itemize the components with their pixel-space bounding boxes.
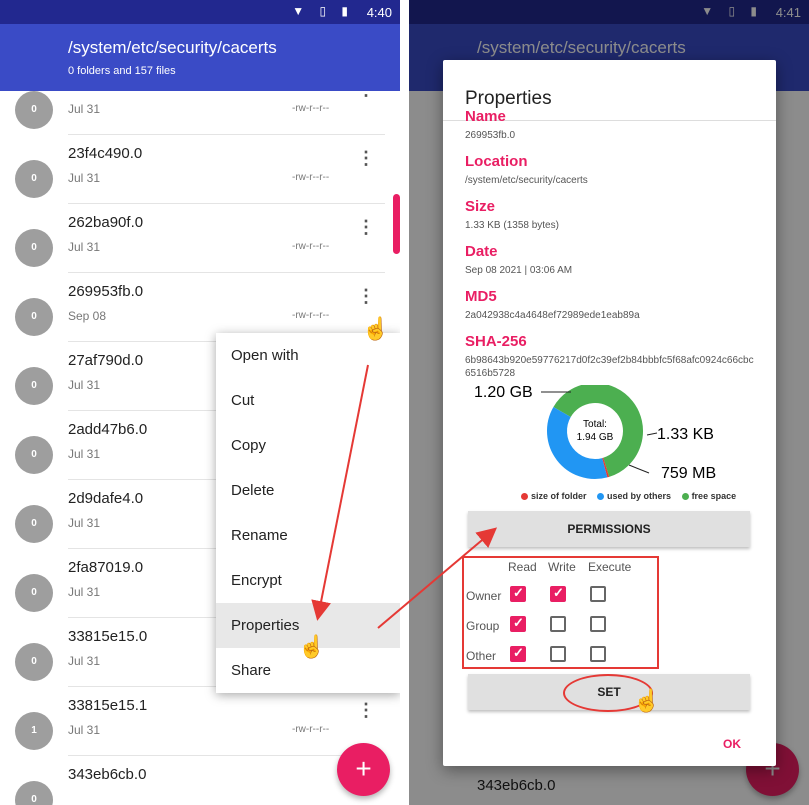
arrow-to-permissions xyxy=(377,527,498,629)
annotation-overlay xyxy=(311,364,498,629)
arrow-to-properties xyxy=(311,364,369,621)
